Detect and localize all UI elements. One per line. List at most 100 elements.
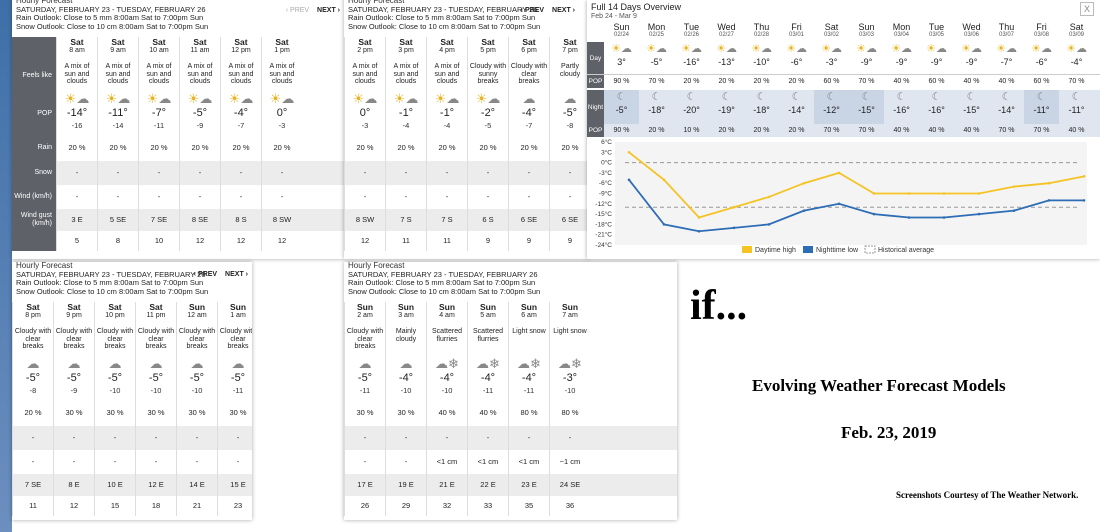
hour-cell: - xyxy=(261,185,302,209)
nighttime-low-point xyxy=(732,226,736,230)
ov-day-header: Tue 02/26 xyxy=(674,22,709,42)
hour-cell: ☁❄ xyxy=(426,356,467,372)
hour-cell: -5° xyxy=(179,107,220,121)
gust-value: 12 xyxy=(195,236,205,245)
nighttime-low-point xyxy=(872,212,876,216)
hour-cell: Cloudy with clear breaks xyxy=(53,326,94,356)
hour-cell: 17 E xyxy=(344,474,385,496)
ov-date: 03/01 xyxy=(788,32,804,38)
rain-value: - xyxy=(198,168,202,177)
hour-time: 5 am xyxy=(480,312,496,319)
ov-day-temp: -7° xyxy=(1000,57,1013,67)
cloud-icon: ☁ xyxy=(67,356,81,371)
ov-day-temp: -6° xyxy=(790,57,803,67)
y-tick-label: -9°C xyxy=(599,190,612,198)
hour-cell: A mix of sun and clouds xyxy=(261,61,302,91)
condition-text: A mix of sun and clouds xyxy=(434,63,460,85)
ov-night-temp: -12° xyxy=(823,105,840,115)
hour-day: Sat xyxy=(193,37,207,47)
hour-cell: Sat 8 am xyxy=(56,37,97,61)
daytime-high-point xyxy=(942,192,946,195)
sun-cloud-icon: ☀☁ xyxy=(751,43,772,55)
ov-day-cell: ☀☁ -5° xyxy=(639,42,674,74)
ov-day-row: Day ☀☁ 3° ☀☁ -5° ☀☁ -16° ☀☁ -13° ☀☁ -10° ☀☁ -6° ☀☁ -3°… xyxy=(587,42,1100,74)
feels-like: -3 xyxy=(278,121,286,130)
ov-day-pop: 40 % xyxy=(963,78,980,85)
hour-cell: - xyxy=(53,450,94,474)
row-cond: Cloudy with clear breaks Mainly cloudy Sca… xyxy=(344,326,677,356)
hour-cell: - xyxy=(94,450,135,474)
hour-cell: -5° xyxy=(176,372,217,386)
prev-button[interactable]: ‹ PREV xyxy=(286,7,309,14)
gust-value: 9 xyxy=(526,236,532,245)
hour-cell: Sat 1 pm xyxy=(261,37,302,61)
ov-dow: Mon xyxy=(892,22,911,32)
y-tick-label: -15°C xyxy=(595,210,612,218)
next-button[interactable]: NEXT › xyxy=(225,271,248,278)
ov-night-cell: ☾ -14° xyxy=(989,90,1024,124)
close-button[interactable]: X xyxy=(1080,2,1094,16)
ov-night-label: Night xyxy=(587,90,604,124)
hour-cell: - xyxy=(94,426,135,450)
ov-date: 03/05 xyxy=(928,32,944,38)
hour-cell: 12 xyxy=(53,496,94,516)
ov-day-cell: ☀☁ -13° xyxy=(709,42,744,74)
sun-cloud-icon: ☀☁ xyxy=(1031,43,1052,55)
temperature: -2° xyxy=(480,107,496,119)
hour-cell: 8 S xyxy=(220,209,261,231)
hour-cell: ☀☁ xyxy=(467,91,508,107)
gust-value: 23 xyxy=(233,501,243,510)
hour-time: 4 am xyxy=(439,312,455,319)
pager: ‹ PREV NEXT › xyxy=(521,7,575,16)
snow-value: - xyxy=(236,457,240,466)
row-gust: 11 12 15 18 21 23 xyxy=(12,496,252,516)
row-head: Sat 8 pm Sat 9 pm Sat 10 pm Sat 11 pm Sun 12 am Su… xyxy=(12,302,252,326)
next-button[interactable]: NEXT › xyxy=(317,7,340,14)
prev-button[interactable]: ‹ PREV xyxy=(194,271,217,278)
temperature: 0° xyxy=(276,107,288,119)
hour-cell: 10 xyxy=(138,231,179,251)
snow-value: - xyxy=(113,457,117,466)
hour-cell: Scattered flurries xyxy=(426,326,467,356)
hour-cell: -4 xyxy=(385,121,426,135)
hour-cell: Cloudy with clear breaks xyxy=(135,326,176,356)
hour-day: Sat xyxy=(563,37,577,47)
ov-night-pop: 70 % xyxy=(823,127,840,134)
pop-value: 20 % xyxy=(561,143,579,152)
pop-value: 30 % xyxy=(147,408,165,417)
wind-value: 8 SW xyxy=(355,215,375,224)
hour-cell: Cloudy with clear breaks xyxy=(12,326,53,356)
prev-button[interactable]: ‹ PREV xyxy=(521,7,544,14)
sun-cloud-icon: ☀☁ xyxy=(996,43,1017,55)
hour-cell: -5° xyxy=(344,372,385,386)
overview-subtitle: Feb 24 - Mar 9 xyxy=(591,13,637,20)
ov-night-pop: 20 % xyxy=(788,127,805,134)
hour-cell: 30 % xyxy=(94,400,135,426)
hour-cell: 12 xyxy=(344,231,385,251)
hour-cell: Cloudy with clear breaks xyxy=(508,61,549,91)
y-tick-label: -24°C xyxy=(595,241,612,249)
ov-date: 02/25 xyxy=(648,32,664,38)
next-button[interactable]: NEXT › xyxy=(552,7,575,14)
legend-swatch xyxy=(803,246,813,253)
wind-value: 5 SE xyxy=(109,215,127,224)
hour-day: Sat xyxy=(522,37,536,47)
ov-date: 03/06 xyxy=(963,32,979,38)
condition-text: A mix of sun and clouds xyxy=(352,63,378,85)
ov-day-header: Thu 02/28 xyxy=(744,22,779,42)
condition-text: A mix of sun and clouds xyxy=(393,63,419,85)
row-snow: ------ xyxy=(12,450,252,474)
hour-cell: 18 xyxy=(135,496,176,516)
hour-cell: 20 % xyxy=(385,135,426,161)
condition-text: Mainly cloudy xyxy=(395,328,417,343)
ov-night-pop: 20 % xyxy=(753,127,770,134)
wind-value: 24 SE xyxy=(559,480,581,489)
daytime-high-point xyxy=(802,181,806,185)
ov-day-temp: -5° xyxy=(650,57,663,67)
snow-value: - xyxy=(195,457,199,466)
ov-night-pop: 20 % xyxy=(718,127,735,134)
sun-cloud-icon: ☀☁ xyxy=(146,91,172,106)
hour-day: Sat xyxy=(70,37,84,47)
wind-value: 8 S xyxy=(235,215,247,224)
hour-cell: -5° xyxy=(94,372,135,386)
